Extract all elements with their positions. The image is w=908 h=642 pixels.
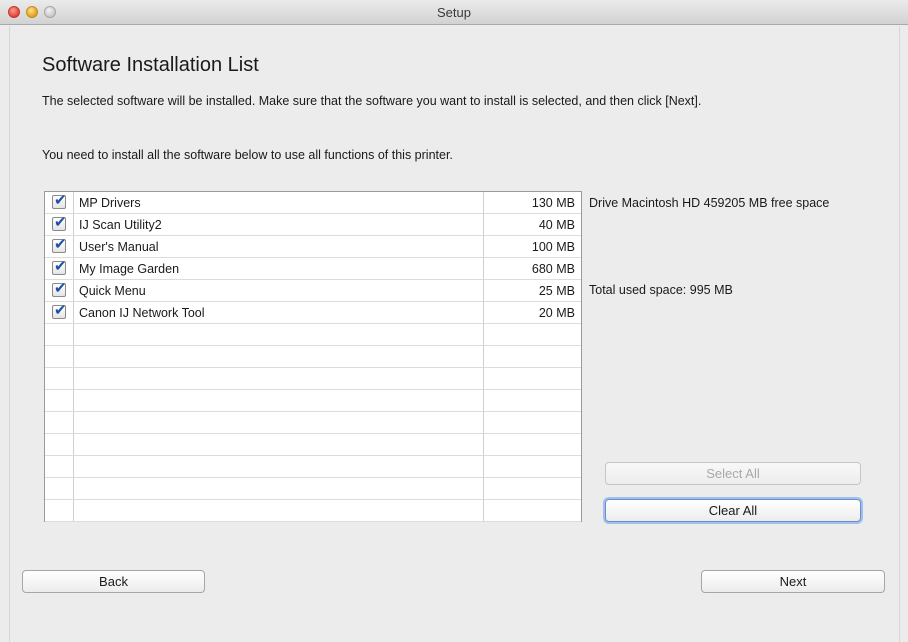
- software-checkbox[interactable]: ✔: [52, 258, 67, 275]
- software-list-row[interactable]: ✔ IJ Scan Utility2 40 MB: [45, 214, 581, 236]
- empty-list-row: [45, 412, 581, 434]
- total-used-space: Total used space: 995 MB: [589, 283, 733, 297]
- software-name: User's Manual: [79, 240, 159, 254]
- software-name: MP Drivers: [79, 196, 141, 210]
- empty-list-row: [45, 324, 581, 346]
- software-size: 40 MB: [538, 218, 575, 232]
- checkmark-icon: ✔: [54, 236, 67, 253]
- software-checkbox[interactable]: ✔: [52, 280, 67, 297]
- software-name: My Image Garden: [79, 262, 180, 276]
- checkmark-icon: ✔: [54, 302, 67, 319]
- title-bar[interactable]: Setup: [0, 0, 908, 25]
- back-button[interactable]: Back: [22, 570, 205, 593]
- software-list[interactable]: ✔ MP Drivers 130 MB ✔ IJ Scan Utility2 40 MB ✔…: [44, 191, 582, 522]
- software-name: Canon IJ Network Tool: [79, 306, 205, 320]
- software-list-row[interactable]: ✔ User's Manual 100 MB: [45, 236, 581, 258]
- instruction-text: The selected software will be installed.…: [42, 94, 702, 108]
- software-name: IJ Scan Utility2: [79, 218, 162, 232]
- drive-free-space: Drive Macintosh HD 459205 MB free space: [589, 196, 830, 210]
- select-all-button[interactable]: Select All: [605, 462, 861, 485]
- empty-list-row: [45, 434, 581, 456]
- software-checkbox[interactable]: ✔: [52, 214, 67, 231]
- window-title: Setup: [437, 5, 471, 20]
- software-list-row[interactable]: ✔ My Image Garden 680 MB: [45, 258, 581, 280]
- software-size: 100 MB: [531, 240, 575, 254]
- empty-list-row: [45, 390, 581, 412]
- page-title: Software Installation List: [42, 54, 259, 76]
- software-size: 680 MB: [531, 262, 575, 276]
- checkmark-icon: ✔: [54, 214, 67, 231]
- setup-window: Setup Software Installation List The sel…: [0, 0, 908, 642]
- software-list-row[interactable]: ✔ MP Drivers 130 MB: [45, 192, 581, 214]
- empty-list-row: [45, 456, 581, 478]
- checkmark-icon: ✔: [54, 280, 67, 297]
- software-checkbox[interactable]: ✔: [52, 236, 67, 253]
- checkmark-icon: ✔: [54, 192, 67, 209]
- software-size: 130 MB: [531, 196, 575, 210]
- software-checkbox[interactable]: ✔: [52, 302, 67, 319]
- software-list-row[interactable]: ✔ Quick Menu 25 MB: [45, 280, 581, 302]
- empty-list-row: [45, 478, 581, 500]
- software-name: Quick Menu: [79, 284, 146, 298]
- empty-list-row: [45, 346, 581, 368]
- software-size: 20 MB: [538, 306, 575, 320]
- software-checkbox[interactable]: ✔: [52, 192, 67, 209]
- checkmark-icon: ✔: [54, 258, 67, 275]
- software-list-row[interactable]: ✔ Canon IJ Network Tool 20 MB: [45, 302, 581, 324]
- empty-list-row: [45, 500, 581, 522]
- requirement-text: You need to install all the software bel…: [42, 148, 453, 162]
- empty-list-row: [45, 368, 581, 390]
- next-button[interactable]: Next: [701, 570, 885, 593]
- software-size: 25 MB: [538, 284, 575, 298]
- clear-all-button[interactable]: Clear All: [605, 499, 861, 522]
